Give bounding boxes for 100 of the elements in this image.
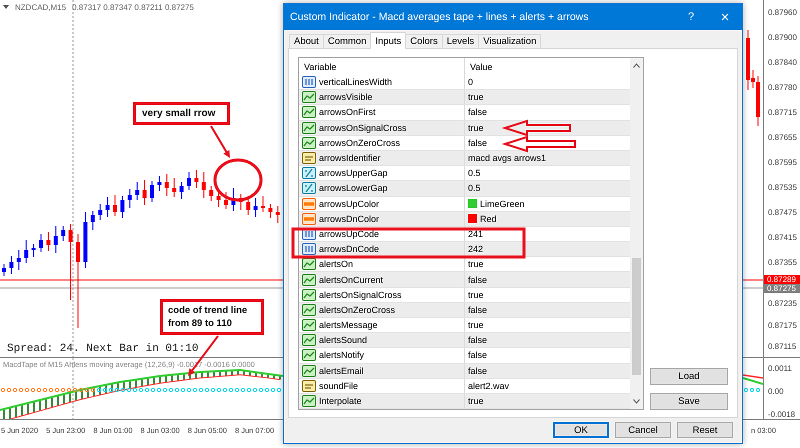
parameter-value[interactable]: false bbox=[468, 350, 488, 360]
candle bbox=[187, 172, 191, 190]
parameter-name: alertsOnZeroCross bbox=[319, 304, 396, 315]
price-label: 0.87715 bbox=[767, 107, 798, 119]
price-label: 0.87595 bbox=[767, 157, 798, 169]
price-label: 0.87960 bbox=[767, 7, 798, 19]
column-header[interactable]: Value bbox=[470, 62, 492, 72]
candle bbox=[39, 234, 43, 252]
annotation-note: code of trend line from 89 to 110 bbox=[160, 299, 264, 335]
price-label: 0.87655 bbox=[767, 132, 798, 144]
spread-info: Spread: 24. Next Bar in 01:10 bbox=[7, 343, 198, 355]
candle bbox=[231, 188, 236, 212]
parameter-value[interactable]: 241 bbox=[468, 228, 484, 239]
parameter-value[interactable]: true bbox=[468, 259, 484, 270]
line-chart-icon bbox=[302, 258, 316, 270]
parameter-value[interactable]: LimeGreen bbox=[480, 198, 525, 209]
parameter-name: alertsMessage bbox=[319, 320, 378, 330]
parameter-value[interactable]: 0.5 bbox=[468, 168, 481, 178]
text-lines-icon bbox=[302, 380, 316, 392]
close-button[interactable]: × bbox=[708, 8, 742, 26]
parameter-value[interactable]: true bbox=[468, 396, 484, 406]
price-label: 0.87115 bbox=[767, 341, 798, 353]
parameter-value[interactable]: false bbox=[468, 274, 488, 285]
line-chart-icon bbox=[302, 334, 316, 346]
parameter-value[interactable]: 0 bbox=[468, 77, 474, 88]
dialog-button[interactable]: OK bbox=[553, 422, 609, 438]
parameter-name: arrowsDnCode bbox=[319, 244, 380, 254]
parameter-name: arrowsOnSignalCross bbox=[319, 122, 407, 133]
candle bbox=[224, 192, 228, 210]
outline-arrow bbox=[502, 120, 571, 136]
tab[interactable]: About bbox=[289, 34, 324, 48]
parameter-name: alertsOn bbox=[319, 259, 354, 270]
parameter-value[interactable]: false bbox=[468, 304, 488, 315]
candle bbox=[2, 264, 6, 276]
parameter-value[interactable]: true bbox=[468, 320, 484, 330]
bid-price-tag: 0.87275 bbox=[764, 284, 800, 293]
line-chart-icon bbox=[302, 274, 316, 286]
tab[interactable]: Visualization bbox=[478, 34, 542, 48]
candle bbox=[238, 194, 243, 210]
tab[interactable]: Inputs bbox=[370, 32, 406, 49]
scrollbar-thumb[interactable] bbox=[632, 258, 641, 375]
symbol-label: NZDCAD,M15 bbox=[15, 3, 66, 12]
scroll-up-icon[interactable] bbox=[633, 63, 640, 68]
parameter-value[interactable]: true bbox=[468, 122, 484, 133]
parameter-value[interactable]: false bbox=[468, 107, 488, 118]
help-button[interactable]: ? bbox=[674, 11, 708, 23]
candle bbox=[172, 178, 176, 198]
parameter-value[interactable]: true bbox=[468, 290, 484, 300]
candle bbox=[32, 244, 36, 258]
candle bbox=[54, 226, 58, 254]
parameter-name: alertsOnSignalCross bbox=[319, 290, 402, 300]
candle bbox=[135, 182, 140, 200]
parameter-name: arrowsDnColor bbox=[319, 214, 380, 224]
dialog-title: Custom Indicator - Macd averages tape + lines + alerts + arrows bbox=[290, 11, 590, 23]
bars-icon bbox=[302, 243, 316, 256]
price-label: 0.87475 bbox=[767, 207, 798, 219]
side-button[interactable]: Load bbox=[650, 368, 728, 385]
parameter-name: arrowsOnZeroCross bbox=[319, 138, 400, 148]
parameter-value[interactable]: false bbox=[468, 335, 488, 346]
candle bbox=[128, 188, 132, 208]
parameter-value[interactable]: alert2.wav bbox=[468, 380, 510, 391]
scroll-down-icon[interactable] bbox=[633, 399, 640, 404]
price-label: 0.87355 bbox=[767, 257, 798, 269]
parameter-name: arrowsOnFirst bbox=[319, 107, 376, 118]
line-chart-icon bbox=[302, 319, 316, 332]
dialog-button[interactable]: Cancel bbox=[615, 422, 671, 438]
side-button[interactable]: Save bbox=[650, 393, 728, 410]
candle bbox=[180, 182, 184, 200]
price-label: 0.87175 bbox=[767, 320, 798, 332]
parameter-value[interactable]: 0.5 bbox=[468, 183, 481, 194]
price-quotes: 0.87317 0.87347 0.87211 0.87275 bbox=[72, 3, 194, 12]
parameter-name: alertsEmail bbox=[319, 366, 364, 376]
parameter-name: arrowsLowerGap bbox=[319, 183, 388, 194]
parameter-value[interactable]: 242 bbox=[468, 244, 484, 254]
price-label: 0.87840 bbox=[767, 57, 798, 69]
candle bbox=[83, 212, 88, 268]
parameter-value[interactable]: macd avgs arrows1 bbox=[468, 153, 546, 164]
parameter-name: arrowsIdentifier bbox=[319, 153, 381, 164]
candle bbox=[254, 198, 258, 218]
highlight-ellipse bbox=[214, 158, 262, 202]
price-label: 0.87780 bbox=[767, 82, 798, 94]
dropdown-caret-icon[interactable] bbox=[3, 5, 9, 9]
dialog-button[interactable]: Reset bbox=[677, 422, 733, 438]
parameter-name: alertsNotify bbox=[319, 350, 364, 360]
parameter-value[interactable]: false bbox=[468, 366, 488, 376]
parameter-value[interactable]: true bbox=[468, 92, 484, 102]
parameter-value[interactable]: Red bbox=[480, 214, 497, 224]
text-lines-icon bbox=[302, 152, 316, 164]
candle bbox=[164, 174, 169, 196]
candle bbox=[246, 196, 250, 216]
line-chart-icon bbox=[302, 91, 316, 104]
candle bbox=[120, 196, 124, 218]
parameter-name: arrowsVisible bbox=[319, 92, 372, 102]
column-header[interactable]: Variable bbox=[304, 62, 336, 72]
candle bbox=[276, 206, 280, 224]
parameter-value[interactable]: false bbox=[468, 138, 488, 148]
candle bbox=[216, 190, 221, 208]
fraction-icon bbox=[302, 167, 316, 180]
indicator-axis-label: -0.0018 bbox=[768, 410, 796, 419]
candle bbox=[16, 250, 21, 270]
